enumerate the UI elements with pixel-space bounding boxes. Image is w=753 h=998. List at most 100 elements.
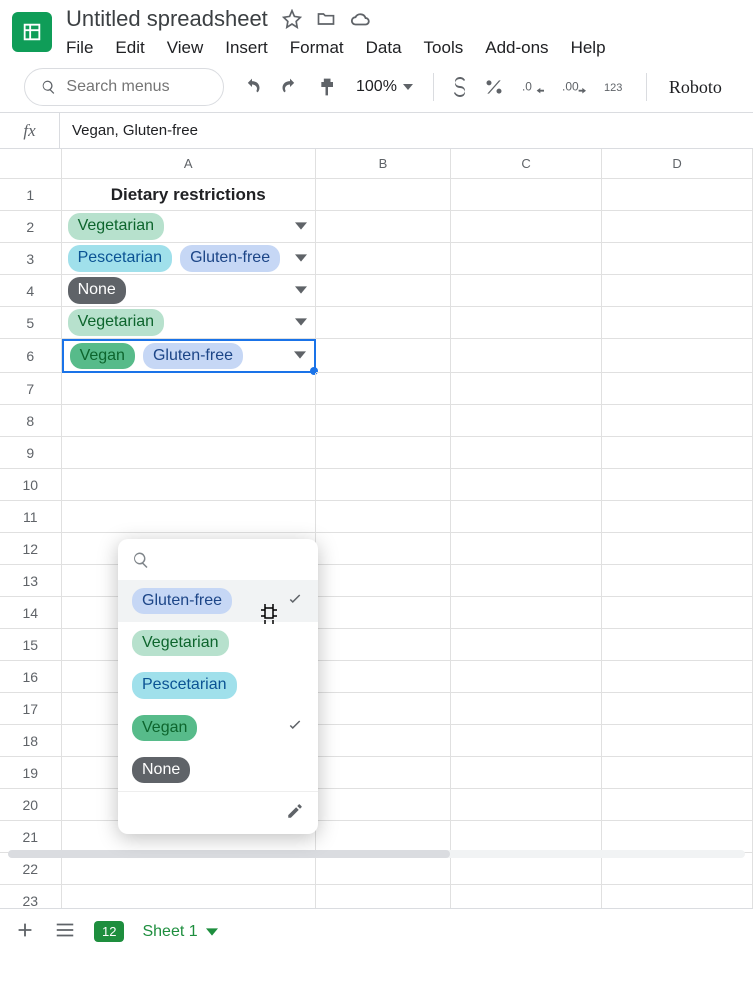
col-header-B[interactable]: B (316, 149, 451, 179)
cell-D19[interactable] (602, 757, 753, 789)
cell-D1[interactable] (602, 179, 753, 211)
cell-D3[interactable] (602, 243, 753, 275)
document-title[interactable]: Untitled spreadsheet (66, 6, 268, 32)
cell-C16[interactable] (451, 661, 602, 693)
dropdown-search[interactable] (118, 539, 318, 580)
menu-tools[interactable]: Tools (424, 38, 464, 58)
cell-B1[interactable] (316, 179, 451, 211)
cell-B18[interactable] (316, 725, 451, 757)
cell-C11[interactable] (451, 501, 602, 533)
menu-format[interactable]: Format (290, 38, 344, 58)
cell-D21[interactable] (602, 821, 753, 853)
cell-C21[interactable] (451, 821, 602, 853)
cell-D12[interactable] (602, 533, 753, 565)
row-header-3[interactable]: 3 (0, 243, 62, 275)
menu-view[interactable]: View (167, 38, 204, 58)
col-header-C[interactable]: C (451, 149, 602, 179)
row-header-17[interactable]: 17 (0, 693, 62, 725)
cell-C6[interactable] (451, 339, 602, 373)
cell-C14[interactable] (451, 597, 602, 629)
dropdown-item[interactable]: Pescetarian (118, 664, 318, 706)
all-sheets-button[interactable] (54, 919, 76, 944)
row-header-2[interactable]: 2 (0, 211, 62, 243)
cell-D16[interactable] (602, 661, 753, 693)
cell-C17[interactable] (451, 693, 602, 725)
sheet-tab[interactable]: Sheet 1 (142, 923, 217, 941)
row-header-5[interactable]: 5 (0, 307, 62, 339)
row-header-10[interactable]: 10 (0, 469, 62, 501)
star-icon[interactable] (282, 9, 302, 29)
redo-button[interactable] (280, 77, 300, 97)
cell-A3[interactable]: PescetarianGluten-free (62, 243, 316, 275)
cell-C13[interactable] (451, 565, 602, 597)
row-header-1[interactable]: 1 (0, 179, 62, 211)
menu-search[interactable] (24, 68, 224, 106)
cell-D20[interactable] (602, 789, 753, 821)
cell-C4[interactable] (451, 275, 602, 307)
cell-B2[interactable] (316, 211, 451, 243)
cell-B19[interactable] (316, 757, 451, 789)
cell-D5[interactable] (602, 307, 753, 339)
cell-C3[interactable] (451, 243, 602, 275)
menu-addons[interactable]: Add-ons (485, 38, 548, 58)
dropdown-item[interactable]: Gluten-free (118, 580, 318, 622)
zoom-selector[interactable]: 100% (356, 78, 413, 96)
cell-C8[interactable] (451, 405, 602, 437)
row-header-13[interactable]: 13 (0, 565, 62, 597)
cell-D17[interactable] (602, 693, 753, 725)
cell-D18[interactable] (602, 725, 753, 757)
cell-C1[interactable] (451, 179, 602, 211)
paint-format-icon[interactable] (318, 77, 338, 97)
col-header-D[interactable]: D (602, 149, 753, 179)
cell-D15[interactable] (602, 629, 753, 661)
row-header-9[interactable]: 9 (0, 437, 62, 469)
cell-C20[interactable] (451, 789, 602, 821)
cell-dropdown-arrow[interactable] (295, 315, 307, 331)
cell-C12[interactable] (451, 533, 602, 565)
cell-D10[interactable] (602, 469, 753, 501)
cell-dropdown-arrow[interactable] (295, 251, 307, 267)
cell-C23[interactable] (451, 885, 602, 909)
dropdown-edit-button[interactable] (118, 791, 318, 830)
cell-A2[interactable]: Vegetarian (62, 211, 316, 243)
add-sheet-button[interactable] (14, 919, 36, 944)
cell-B9[interactable] (316, 437, 451, 469)
cell-C19[interactable] (451, 757, 602, 789)
cell-dropdown-arrow[interactable] (295, 283, 307, 299)
cell-A23[interactable] (62, 885, 316, 909)
menu-edit[interactable]: Edit (115, 38, 144, 58)
cell-D13[interactable] (602, 565, 753, 597)
row-header-8[interactable]: 8 (0, 405, 62, 437)
font-selector[interactable]: Roboto (667, 77, 722, 98)
folder-icon[interactable] (316, 9, 336, 29)
cell-A10[interactable] (62, 469, 316, 501)
cell-C10[interactable] (451, 469, 602, 501)
dropdown-item[interactable]: Vegetarian (118, 622, 318, 664)
cell-B10[interactable] (316, 469, 451, 501)
cell-B15[interactable] (316, 629, 451, 661)
row-header-12[interactable]: 12 (0, 533, 62, 565)
cell-C15[interactable] (451, 629, 602, 661)
increase-decimal-button[interactable]: .00 (562, 77, 586, 97)
row-header-6[interactable]: 6 (0, 339, 62, 373)
menu-search-input[interactable] (64, 77, 207, 97)
dropdown-item[interactable]: None (118, 749, 318, 791)
cell-dropdown-arrow[interactable] (294, 348, 306, 364)
cell-B16[interactable] (316, 661, 451, 693)
cell-B23[interactable] (316, 885, 451, 909)
row-header-15[interactable]: 15 (0, 629, 62, 661)
cell-B11[interactable] (316, 501, 451, 533)
more-formats-button[interactable]: 123 (604, 79, 626, 95)
cell-B6[interactable] (316, 339, 451, 373)
undo-button[interactable] (242, 77, 262, 97)
cell-C18[interactable] (451, 725, 602, 757)
cell-D8[interactable] (602, 405, 753, 437)
cell-B7[interactable] (316, 373, 451, 405)
cell-B13[interactable] (316, 565, 451, 597)
cell-dropdown-arrow[interactable] (295, 219, 307, 235)
cell-B4[interactable] (316, 275, 451, 307)
cell-D23[interactable] (602, 885, 753, 909)
cell-B14[interactable] (316, 597, 451, 629)
row-header-7[interactable]: 7 (0, 373, 62, 405)
cell-C7[interactable] (451, 373, 602, 405)
